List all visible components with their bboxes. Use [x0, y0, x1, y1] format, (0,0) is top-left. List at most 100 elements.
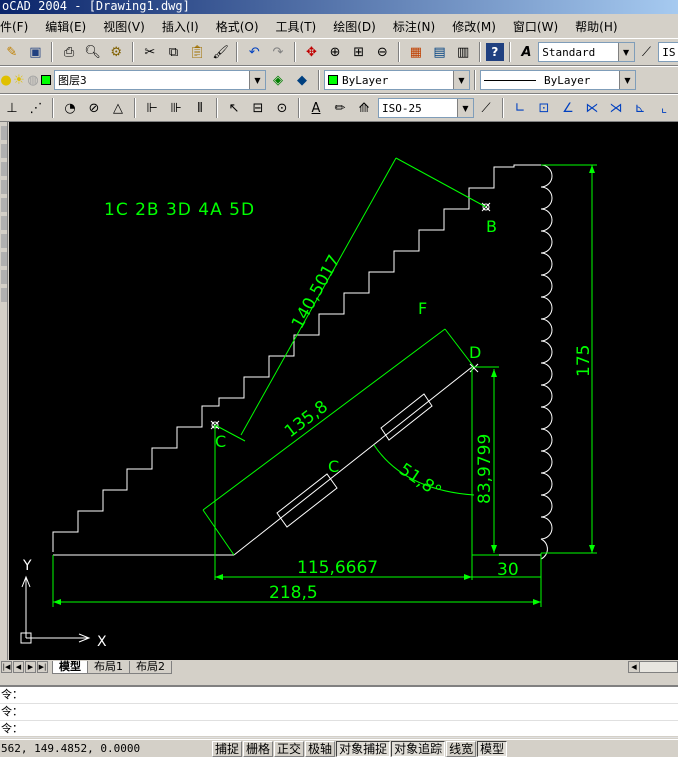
dim-140-ext2[interactable]	[395, 157, 487, 208]
color-dropdown[interactable]: ByLayer ▼	[324, 70, 470, 90]
undo-icon[interactable]: ↶	[243, 41, 265, 63]
model-toggle[interactable]: 模型	[477, 740, 508, 757]
drawing-canvas[interactable]: 1C 2B 3D 4A 5D B C D F C 140,5017 135,8 …	[9, 122, 678, 660]
ucs-face-icon[interactable]: ⋉	[581, 97, 603, 119]
dim-style-dropdown[interactable]: IS	[658, 42, 678, 62]
command-prompt[interactable]: 令：	[0, 721, 678, 738]
lineweight-toggle[interactable]: 线宽	[446, 740, 477, 757]
plot-preview-icon[interactable]: 🔍︎	[82, 41, 104, 63]
dim-linear-icon[interactable]: ⊥	[1, 97, 23, 119]
tool-palettes-icon[interactable]: ▥	[452, 41, 474, 63]
layer-dropdown[interactable]: 图层3 ▼	[54, 70, 266, 90]
layer-previous-icon[interactable]: ◆	[291, 69, 313, 91]
tab-model[interactable]: 模型	[52, 660, 88, 674]
ucs-object-icon[interactable]: ⋊	[605, 97, 627, 119]
polar-toggle[interactable]: 极轴	[305, 740, 336, 757]
dim-text-edit-icon[interactable]: ✏	[329, 97, 351, 119]
slot-rect-lower[interactable]	[276, 473, 338, 528]
menu-view[interactable]: 视图(V)	[103, 18, 145, 35]
text-style-dropdown[interactable]: Standard ▼	[538, 42, 635, 62]
copy-icon[interactable]: ⧉	[163, 41, 185, 63]
tolerance-icon[interactable]: ⊟	[247, 97, 269, 119]
dim-ordinate-icon[interactable]: ⫴	[189, 97, 211, 119]
center-mark-icon[interactable]: ⊙	[271, 97, 293, 119]
ortho-toggle[interactable]: 正交	[274, 740, 305, 757]
tab-layout1[interactable]: 布局1	[87, 660, 130, 674]
slot-line[interactable]	[233, 366, 473, 556]
tool-button[interactable]	[1, 288, 7, 302]
new-icon[interactable]: ✎	[1, 41, 23, 63]
match-properties-icon[interactable]: 🖌︎	[210, 41, 232, 63]
dim-style-icon[interactable]: ⟋	[636, 41, 658, 63]
dimension-style-icon[interactable]: ⟋	[475, 97, 497, 119]
zoom-previous-icon[interactable]: ⊖	[372, 41, 394, 63]
snap-toggle[interactable]: 捕捉	[212, 740, 243, 757]
osnap-toggle[interactable]: 对象捕捉	[336, 740, 391, 757]
tool-button[interactable]	[1, 234, 7, 248]
dim-style-combo[interactable]: ISO-25 ▼	[378, 98, 474, 118]
tool-button[interactable]	[1, 270, 7, 284]
otrack-toggle[interactable]: 对象追踪	[391, 740, 446, 757]
menu-edit[interactable]: 编辑(E)	[45, 18, 86, 35]
tool-button[interactable]	[1, 144, 7, 158]
prev-tab-icon[interactable]: ◀	[13, 661, 24, 673]
menu-insert[interactable]: 插入(I)	[162, 18, 199, 35]
design-center-icon[interactable]: ▤	[429, 41, 451, 63]
ucs-world-icon[interactable]: ⊡	[533, 97, 555, 119]
dim-diameter-icon[interactable]: ⊘	[83, 97, 105, 119]
redo-icon[interactable]: ↷	[267, 41, 289, 63]
menu-dimension[interactable]: 标注(N)	[393, 18, 435, 35]
dim-continue-icon[interactable]: ⊪	[165, 97, 187, 119]
dim-135-ext1[interactable]	[202, 509, 235, 556]
tab-layout2[interactable]: 布局2	[129, 660, 172, 674]
ucs-view-icon[interactable]: ⊾	[629, 97, 651, 119]
linetype-dropdown[interactable]: ByLayer ▼	[480, 70, 636, 90]
text-style-icon[interactable]: A	[516, 41, 538, 63]
chevron-down-icon[interactable]: ▼	[457, 99, 473, 117]
tool-button[interactable]	[1, 216, 7, 230]
ucs-icon[interactable]: ∟	[509, 97, 531, 119]
dim-radius-icon[interactable]: ◔	[59, 97, 81, 119]
menu-file[interactable]: 件(F)	[0, 18, 28, 35]
layer-sun-icon[interactable]: ☀	[13, 69, 25, 91]
menu-modify[interactable]: 修改(M)	[452, 18, 496, 35]
tool-button[interactable]	[1, 162, 7, 176]
menu-format[interactable]: 格式(O)	[216, 18, 259, 35]
publish-icon[interactable]: ⚙	[105, 41, 127, 63]
dim-edit-icon[interactable]: A	[305, 97, 327, 119]
grid-toggle[interactable]: 栅格	[243, 740, 274, 757]
menu-draw[interactable]: 绘图(D)	[333, 18, 376, 35]
next-tab-icon[interactable]: ▶	[25, 661, 36, 673]
tool-button[interactable]	[1, 198, 7, 212]
first-tab-icon[interactable]: |◀	[1, 661, 12, 673]
zoom-window-icon[interactable]: ⊞	[348, 41, 370, 63]
properties-icon[interactable]: ▦	[405, 41, 427, 63]
ucs-previous-icon[interactable]: ∠	[557, 97, 579, 119]
layer-color-icon[interactable]	[41, 69, 51, 91]
paste-icon[interactable]: 📋︎	[186, 41, 208, 63]
dim-baseline-icon[interactable]: ⊩	[141, 97, 163, 119]
chevron-down-icon[interactable]: ▼	[617, 43, 634, 61]
dim-aligned-icon[interactable]: ⋰	[25, 97, 47, 119]
ucs-origin-icon[interactable]: ⌞	[653, 97, 675, 119]
chevron-down-icon[interactable]: ▼	[249, 71, 265, 89]
menu-tools[interactable]: 工具(T)	[276, 18, 317, 35]
layer-lock-icon[interactable]: ◍	[27, 69, 39, 91]
help-icon[interactable]: ?	[485, 43, 504, 61]
drawing-svg[interactable]: 1C 2B 3D 4A 5D B C D F C 140,5017 135,8 …	[9, 122, 678, 660]
make-layer-current-icon[interactable]: ◈	[267, 69, 289, 91]
dim-angular-icon[interactable]: △	[107, 97, 129, 119]
scroll-left-icon[interactable]: ◀	[629, 662, 640, 672]
pan-icon[interactable]: ✥	[301, 41, 323, 63]
chevron-down-icon[interactable]: ▼	[453, 71, 469, 89]
zoom-realtime-icon[interactable]: ⊕	[324, 41, 346, 63]
chevron-down-icon[interactable]: ▼	[619, 71, 635, 89]
dim-update-icon[interactable]: ⟰	[353, 97, 375, 119]
menu-window[interactable]: 窗口(W)	[513, 18, 558, 35]
save-icon[interactable]: ▣	[25, 41, 47, 63]
layer-lightbulb-icon[interactable]: ●	[0, 69, 11, 91]
print-icon[interactable]: ⎙	[58, 41, 80, 63]
last-tab-icon[interactable]: ▶|	[37, 661, 48, 673]
menu-help[interactable]: 帮助(H)	[575, 18, 617, 35]
leader-icon[interactable]: ↖	[223, 97, 245, 119]
